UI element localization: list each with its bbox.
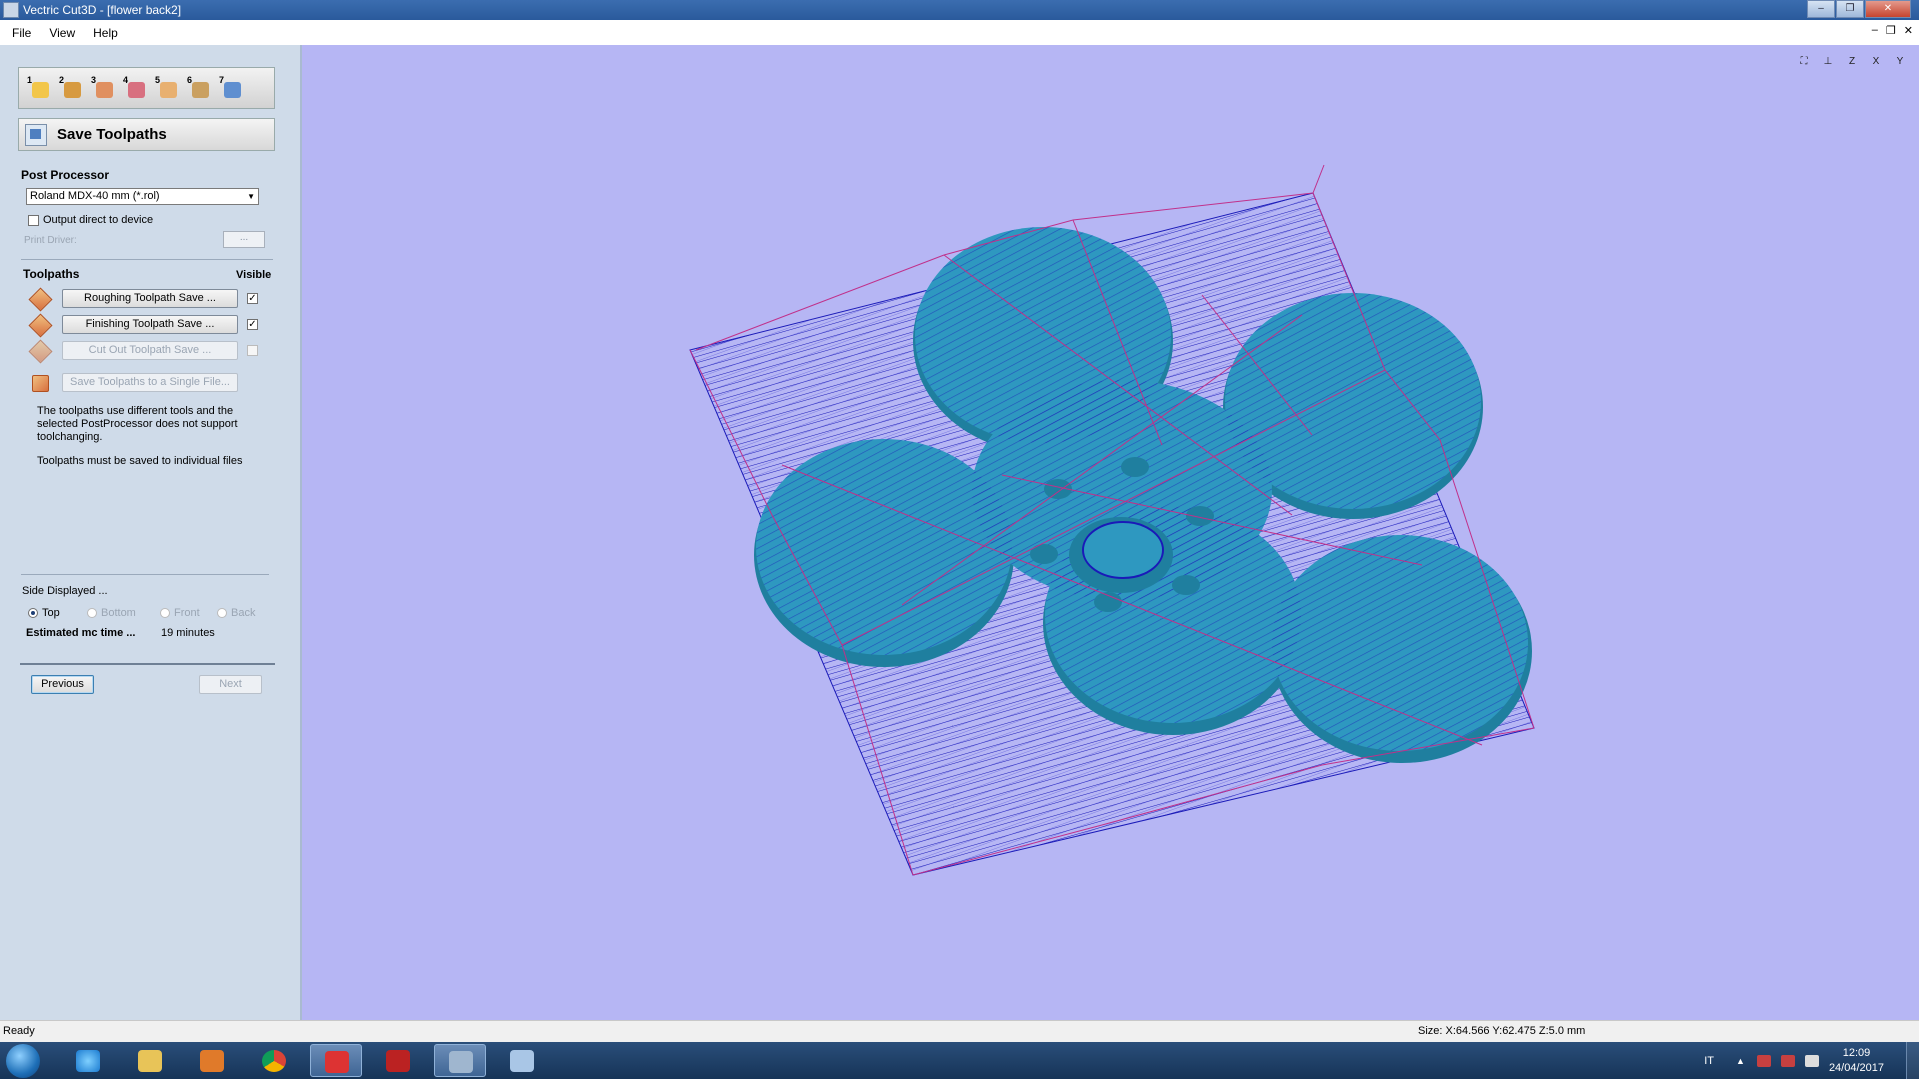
taskbar-chrome[interactable] — [248, 1044, 300, 1077]
cutout-save-button[interactable]: Cut Out Toolpath Save ... — [62, 341, 238, 360]
folder-icon — [138, 1050, 162, 1072]
side-back-radio[interactable] — [217, 608, 227, 618]
wizard-panel: 1 2 3 4 5 6 7 Save Toolpaths Post Proces… — [0, 45, 302, 1020]
cutout-visible-checkbox[interactable] — [247, 345, 258, 356]
panel-header: Save Toolpaths — [18, 118, 275, 151]
status-text: Ready — [3, 1025, 35, 1037]
finishing-visible-checkbox[interactable]: ✓ — [247, 319, 258, 330]
side-bottom-label: Bottom — [101, 607, 136, 619]
chevron-down-icon: ▼ — [247, 192, 255, 201]
chrome-icon — [262, 1050, 286, 1072]
post-processor-value: Roland MDX-40 mm (*.rol) — [30, 190, 160, 202]
3d-viewport[interactable]: ⛶ ⊥ Z X Y — [302, 45, 1919, 1020]
title-bar: Vectric Cut3D - [flower back2] – ❐ ✕ — [0, 0, 1919, 20]
app-icon — [325, 1051, 349, 1073]
document-controls: – ❐ ✕ — [1872, 24, 1913, 37]
app-icon — [3, 2, 19, 18]
system-tray: IT ▲ 12:09 24/04/2017 — [1704, 1042, 1919, 1079]
taskbar-cut3d[interactable] — [434, 1044, 486, 1077]
show-hidden-icons[interactable]: ▲ — [1736, 1056, 1745, 1066]
side-bottom-radio[interactable] — [87, 608, 97, 618]
side-back-label: Back — [231, 607, 256, 619]
divider — [20, 663, 275, 665]
side-front-radio[interactable] — [160, 608, 170, 618]
network-icon[interactable] — [1780, 1054, 1795, 1067]
menu-help[interactable]: Help — [93, 26, 118, 40]
calculator-icon — [510, 1050, 534, 1072]
save-single-file-button[interactable]: Save Toolpaths to a Single File... — [62, 373, 238, 392]
side-displayed-label: Side Displayed ... — [22, 585, 108, 597]
side-top-label: Top — [42, 607, 60, 619]
toolchange-note: The toolpaths use different tools and th… — [37, 405, 238, 443]
clock-date: 24/04/2017 — [1828, 1061, 1884, 1074]
cad-icon — [386, 1050, 410, 1072]
close-button[interactable]: ✕ — [1865, 0, 1911, 18]
cut3d-icon — [449, 1051, 473, 1073]
cutout-toolpath-icon — [28, 339, 53, 364]
volume-icon[interactable] — [1804, 1054, 1819, 1067]
output-direct-checkbox[interactable] — [28, 215, 39, 226]
step-5-cutout-icon[interactable]: 5 — [155, 75, 179, 100]
taskbar-app-active[interactable] — [310, 1044, 362, 1077]
show-desktop-button[interactable] — [1906, 1042, 1919, 1079]
status-bar: Ready Size: X:64.566 Y:62.475 Z:5.0 mm — [0, 1020, 1919, 1042]
visible-label: Visible — [236, 269, 272, 281]
finishing-toolpath-icon — [28, 313, 53, 338]
estimated-time-label: Estimated mc time ... — [26, 627, 136, 639]
menu-bar: File View Help – ❐ ✕ — [0, 20, 1919, 45]
save-toolpaths-icon — [25, 123, 47, 146]
previous-button[interactable]: Previous — [31, 675, 94, 694]
divider — [21, 259, 273, 260]
doc-restore-button[interactable]: ❐ — [1886, 24, 1896, 37]
next-button[interactable]: Next — [199, 675, 262, 694]
input-language[interactable]: IT — [1704, 1055, 1714, 1067]
save-single-file-icon — [30, 373, 50, 393]
post-processor-label: Post Processor — [21, 168, 110, 182]
restore-button[interactable]: ❐ — [1836, 0, 1864, 18]
roughing-visible-checkbox[interactable]: ✓ — [247, 293, 258, 304]
window-title: Vectric Cut3D - [flower back2] — [23, 3, 182, 17]
taskbar-app[interactable] — [372, 1044, 424, 1077]
toolpath-preview — [689, 164, 1535, 876]
doc-close-button[interactable]: ✕ — [1904, 24, 1913, 37]
step-2-size-icon[interactable]: 2 — [59, 75, 83, 100]
print-driver-label: Print Driver: — [24, 235, 77, 246]
post-processor-select[interactable]: Roland MDX-40 mm (*.rol) ▼ — [26, 188, 259, 205]
taskbar: IT ▲ 12:09 24/04/2017 — [0, 1042, 1919, 1079]
window-controls: – ❐ ✕ — [1806, 0, 1911, 18]
roughing-save-button[interactable]: Roughing Toolpath Save ... — [62, 289, 238, 308]
step-1-open-icon[interactable]: 1 — [27, 75, 51, 100]
clock-time: 12:09 — [1842, 1046, 1871, 1059]
side-top-radio[interactable] — [28, 608, 38, 618]
media-player-icon — [200, 1050, 224, 1072]
start-button[interactable] — [6, 1044, 40, 1078]
step-4-finishing-icon[interactable]: 4 — [123, 75, 147, 100]
menu-view[interactable]: View — [49, 26, 75, 40]
finishing-save-button[interactable]: Finishing Toolpath Save ... — [62, 315, 238, 334]
step-6-preview-icon[interactable]: 6 — [187, 75, 211, 100]
menu-file[interactable]: File — [12, 26, 31, 40]
taskbar-ie[interactable] — [62, 1044, 114, 1077]
action-center-icon[interactable] — [1756, 1054, 1771, 1067]
side-front-label: Front — [174, 607, 200, 619]
divider — [21, 574, 269, 575]
estimated-time-value: 19 minutes — [161, 627, 215, 639]
print-driver-browse-button[interactable]: ... — [223, 231, 265, 248]
toolpaths-label: Toolpaths — [23, 267, 80, 281]
output-direct-label: Output direct to device — [43, 214, 154, 226]
step-3-roughing-icon[interactable]: 3 — [91, 75, 115, 100]
roughing-toolpath-icon — [28, 287, 53, 312]
model-size-text: Size: X:64.566 Y:62.475 Z:5.0 mm — [1418, 1025, 1586, 1037]
minimize-button[interactable]: – — [1807, 0, 1835, 18]
internet-explorer-icon — [76, 1050, 100, 1072]
step-7-save-icon[interactable]: 7 — [219, 75, 243, 100]
individual-files-note: Toolpaths must be saved to individual fi… — [37, 455, 243, 467]
doc-minimize-button[interactable]: – — [1872, 24, 1878, 37]
taskbar-media-player[interactable] — [186, 1044, 238, 1077]
taskbar-explorer[interactable] — [124, 1044, 176, 1077]
clock[interactable]: 12:09 24/04/2017 — [1829, 1046, 1884, 1076]
panel-title: Save Toolpaths — [57, 126, 167, 143]
taskbar-calculator[interactable] — [496, 1044, 548, 1077]
wizard-steps-toolbar: 1 2 3 4 5 6 7 — [18, 67, 275, 109]
